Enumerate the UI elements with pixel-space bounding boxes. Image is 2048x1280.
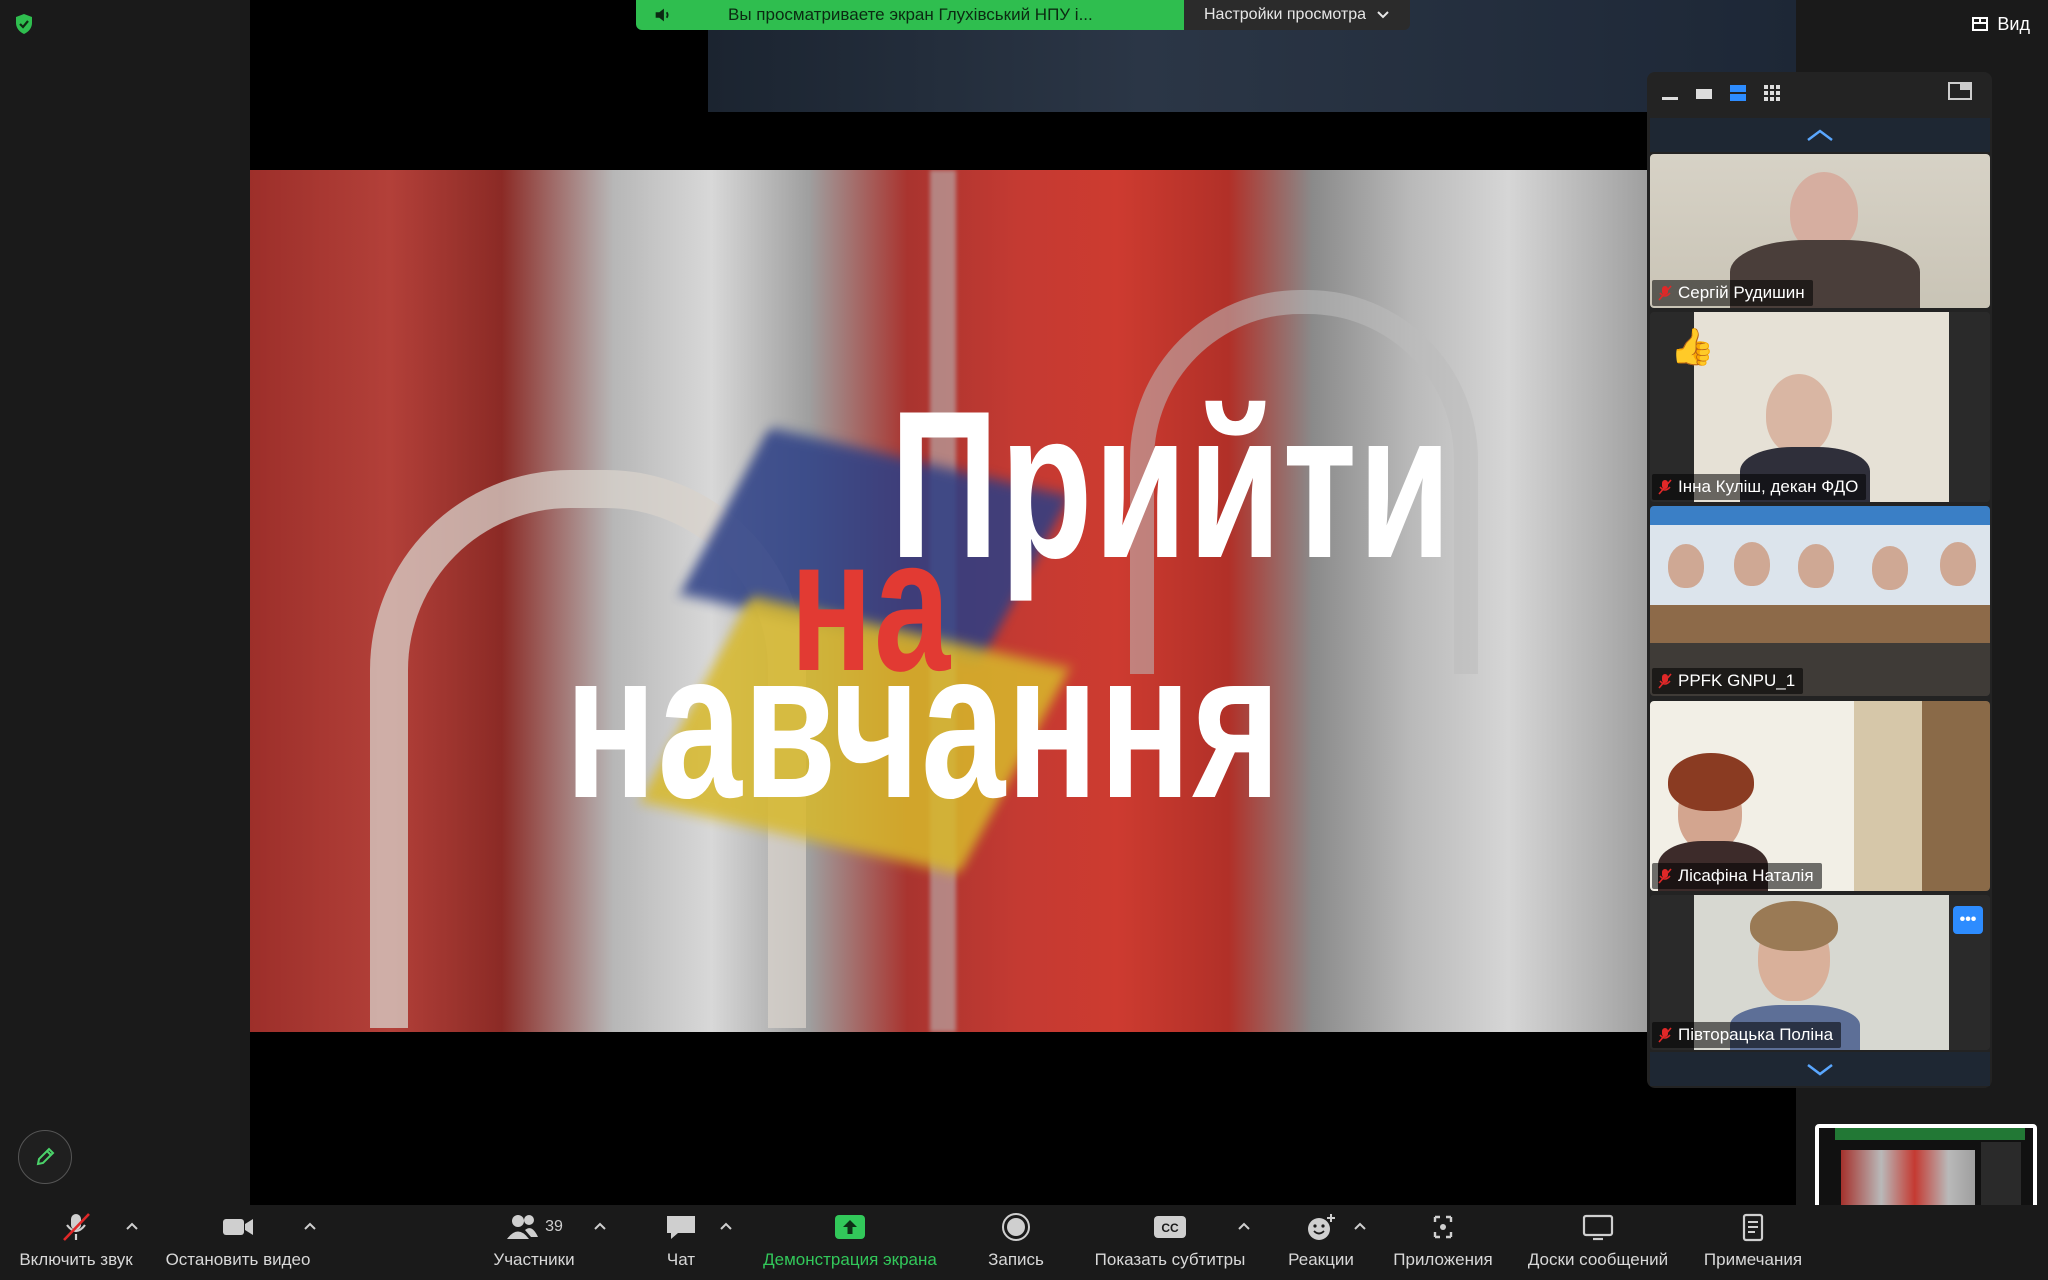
record-label: Запись [988, 1250, 1044, 1269]
chevron-up-icon[interactable] [1236, 1220, 1252, 1232]
chevron-up-icon[interactable] [718, 1220, 734, 1232]
reactions-label: Реакции [1288, 1250, 1354, 1269]
participant-name: Лісафіна Наталія [1678, 866, 1814, 885]
participant-name-tag: Лісафіна Наталія [1652, 863, 1822, 889]
screen-share-banner: Вы просматриваете экран Глухівський НПУ … [636, 0, 1184, 30]
participant-name-tag: Інна Куліш, декан ФДО [1652, 474, 1867, 500]
apps-label: Приложения [1393, 1250, 1493, 1269]
shield-check-icon[interactable] [12, 12, 36, 36]
share-screen-button[interactable]: Демонстрация экрана [754, 1212, 946, 1274]
chat-bubble-icon [667, 1216, 695, 1239]
chevron-down-icon [1377, 11, 1389, 19]
participant-face [1766, 374, 1832, 454]
chevron-up-icon[interactable] [124, 1220, 140, 1232]
svg-text:CC: CC [1161, 1221, 1179, 1235]
participant-name: Півторацька Поліна [1678, 1025, 1834, 1044]
layout-minimize-icon[interactable] [1660, 83, 1680, 103]
smiley-add-icon [1308, 1214, 1335, 1240]
chevron-up-icon[interactable] [1352, 1220, 1368, 1232]
participants-icon [507, 1215, 539, 1239]
participant-name-tag: Сергій Рудишин [1652, 280, 1813, 306]
video-camera-icon [223, 1219, 253, 1235]
captions-label: Показать субтитры [1094, 1250, 1246, 1269]
participant-name: PPFK GNPU_1 [1678, 671, 1796, 690]
whiteboards-button[interactable]: Доски сообщений [1520, 1212, 1676, 1274]
screen-share-text: Вы просматриваете экран Глухівський НПУ … [728, 5, 1093, 24]
mic-muted-icon [1658, 479, 1672, 495]
reactions-button[interactable]: Реакции [1280, 1212, 1362, 1274]
view-settings-label: Настройки просмотра [1203, 6, 1367, 23]
whiteboard-icon [1582, 1214, 1614, 1241]
participant-face [1668, 544, 1704, 588]
grid-view-icon [1972, 17, 1989, 31]
chevron-up-icon[interactable] [302, 1220, 318, 1232]
participant-more-button[interactable]: ••• [1953, 906, 1983, 934]
record-icon [1002, 1213, 1030, 1241]
stop-video-button[interactable]: Остановить видео [160, 1212, 316, 1274]
participants-label: Участники [493, 1250, 575, 1269]
video-title-line-1: Прийти [890, 367, 1453, 602]
captions-button[interactable]: CC Показать субтитры [1086, 1212, 1254, 1274]
participant-hair [1668, 753, 1754, 811]
participant-tile[interactable]: PPFK GNPU_1 [1650, 506, 1990, 696]
participant-name-tag: PPFK GNPU_1 [1652, 668, 1804, 694]
participant-tile[interactable]: Лісафіна Наталія [1650, 701, 1990, 891]
notes-label: Примечания [1703, 1250, 1803, 1269]
mic-muted-icon [1658, 1027, 1672, 1043]
layout-single-icon[interactable] [1694, 83, 1714, 103]
pencil-icon [36, 1147, 55, 1166]
mic-muted-icon [1658, 868, 1672, 884]
participants-button[interactable]: 39 Участники [486, 1212, 582, 1274]
chevron-down-icon [1807, 1064, 1833, 1076]
unmute-button[interactable]: Включить звук [14, 1212, 138, 1274]
participant-name: Сергій Рудишин [1678, 283, 1805, 302]
mic-muted-icon [1658, 285, 1672, 301]
notes-button[interactable]: Примечания [1696, 1212, 1810, 1274]
view-settings-dropdown[interactable]: Настройки просмотра [1184, 0, 1410, 30]
gallery-layout-toolbar [1660, 78, 1980, 108]
chat-button[interactable]: Чат [646, 1212, 716, 1274]
mic-muted-icon [1658, 673, 1672, 689]
chat-label: Чат [666, 1250, 696, 1269]
speaker-icon[interactable] [652, 4, 674, 26]
video-title-line-2: на [790, 499, 952, 711]
notes-icon [1742, 1213, 1764, 1242]
preview-banner [1835, 1128, 2025, 1140]
participant-hair [1750, 901, 1838, 951]
apps-icon [1433, 1215, 1453, 1239]
annotate-button[interactable] [18, 1130, 72, 1184]
participant-face [1798, 544, 1834, 588]
stop-video-label: Остановить видео [165, 1250, 311, 1269]
mic-muted-icon [63, 1213, 90, 1241]
chevron-up-icon[interactable] [592, 1220, 608, 1232]
layout-grid-icon[interactable] [1762, 83, 1782, 103]
chevron-up-icon [1807, 129, 1833, 141]
view-button[interactable]: Вид [1971, 10, 2030, 38]
share-screen-icon [835, 1215, 865, 1239]
participant-face [1734, 542, 1770, 586]
view-button-label: Вид [1997, 13, 2030, 34]
participant-tile[interactable]: Сергій Рудишин [1650, 154, 1990, 308]
participant-face [1872, 546, 1908, 590]
gallery-scroll-down[interactable] [1650, 1052, 1990, 1086]
thumbs-up-reaction-icon: 👍 [1670, 326, 1715, 367]
popout-icon[interactable] [1948, 80, 1972, 102]
gallery-scroll-up[interactable] [1650, 118, 1990, 152]
participant-face [1940, 542, 1976, 586]
layout-strip-icon[interactable] [1728, 83, 1748, 103]
participant-name-tag: Півторацька Поліна [1652, 1022, 1842, 1048]
cc-icon: CC [1154, 1216, 1186, 1238]
participant-name: Інна Куліш, декан ФДО [1678, 477, 1859, 496]
share-screen-label: Демонстрация экрана [763, 1250, 937, 1269]
participants-icon-group: 39 [505, 1212, 563, 1242]
record-button[interactable]: Запись [978, 1212, 1054, 1274]
shared-video-frame: Прийти навчання на [250, 170, 1648, 1032]
participants-count: 39 [545, 1218, 563, 1235]
unmute-label: Включить звук [19, 1250, 133, 1269]
apps-button[interactable]: Приложения [1388, 1212, 1498, 1274]
participant-tile[interactable]: Півторацька Поліна [1650, 895, 1990, 1050]
whiteboards-label: Доски сообщений [1527, 1250, 1669, 1269]
